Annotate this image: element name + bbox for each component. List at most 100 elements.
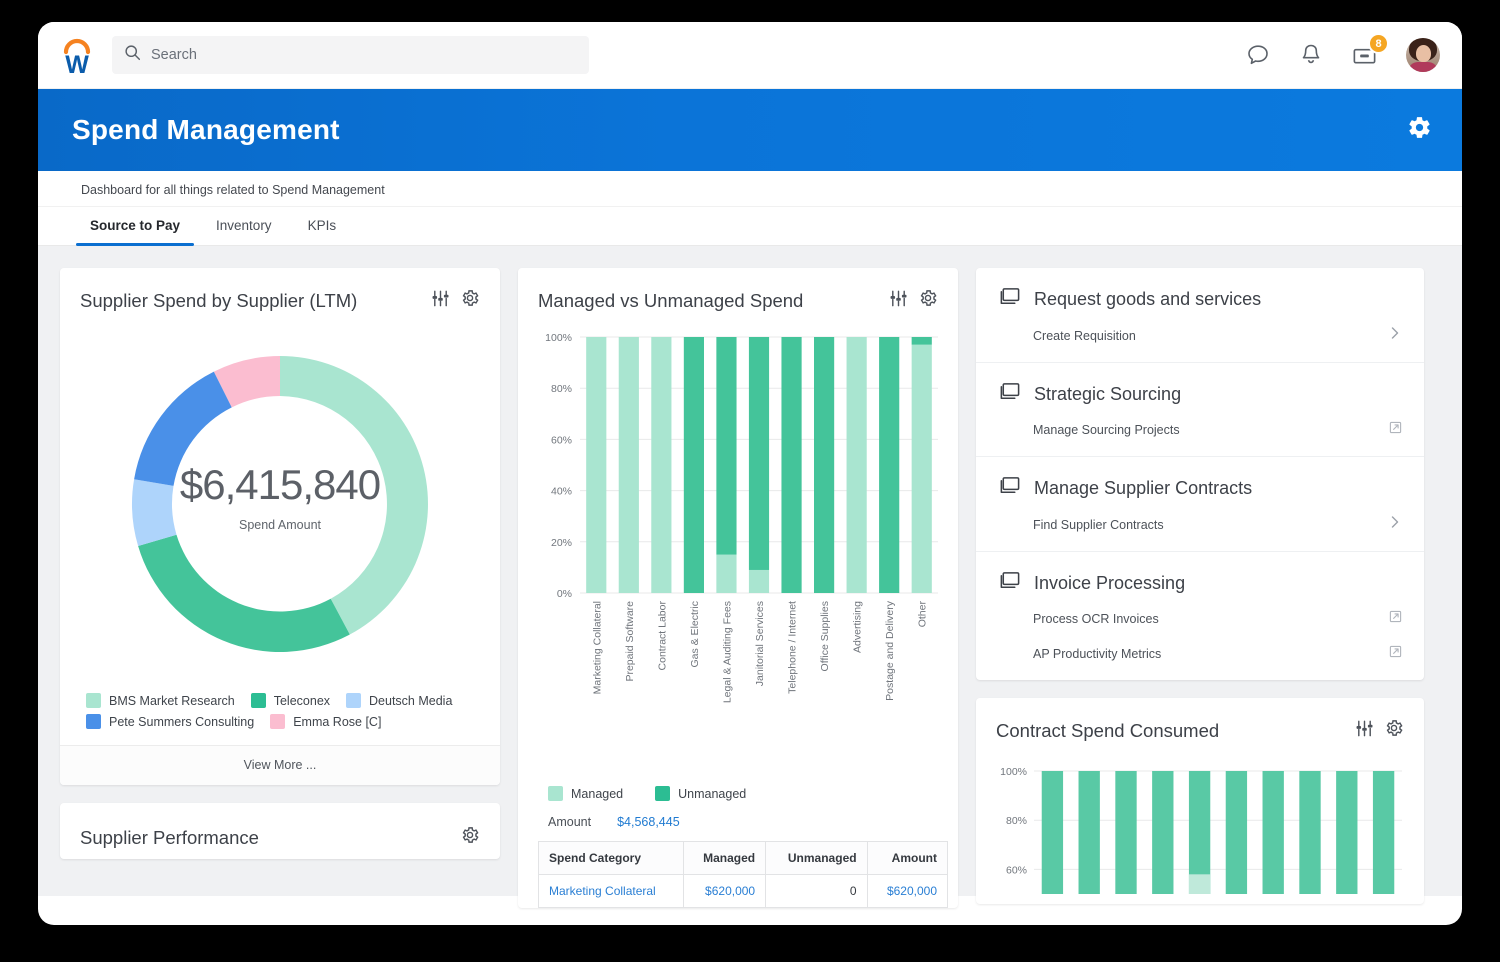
managed-vs-unmanaged-card: Managed vs Unmanaged Spend [518,268,958,908]
page-title: Spend Management [72,114,340,146]
column-header-managed: Managed [683,842,766,875]
svg-text:W: W [65,51,89,77]
legend-label: Pete Summers Consulting [109,715,254,729]
task-item-label: Create Requisition [1033,329,1136,343]
task-section-request-goods: Request goods and services Create Requis… [976,268,1424,363]
gear-icon[interactable] [460,288,480,313]
task-section-title: Request goods and services [1034,289,1261,310]
amount-label: Amount [548,815,591,829]
task-item-label: Process OCR Invoices [1033,612,1159,626]
task-section-manage-supplier-contracts: Manage Supplier Contracts Find Supplier … [976,457,1424,552]
app-window: W [38,22,1462,925]
task-item-ap-productivity-metrics[interactable]: AP Productivity Metrics [998,632,1402,667]
gear-icon[interactable] [918,288,938,313]
supplier-performance-card: Supplier Performance [60,803,500,859]
svg-text:Advertising: Advertising [852,601,864,653]
sliders-icon[interactable] [889,289,908,313]
legend-item[interactable]: Emma Rose [C] [270,714,381,729]
task-item-create-requisition[interactable]: Create Requisition [998,313,1402,349]
supplier-performance-title: Supplier Performance [80,827,259,849]
page-subtitle: Dashboard for all things related to Spen… [38,171,1462,207]
legend-item[interactable]: Deutsch Media [346,693,452,708]
tab-bar: Source to Pay Inventory KPIs [38,207,1462,246]
sliders-icon[interactable] [431,289,450,313]
legend-label: Teleconex [274,694,330,708]
svg-text:Marketing Collateral: Marketing Collateral [591,601,603,694]
svg-text:Office Supplies: Office Supplies [819,601,831,671]
table-header-row: Spend Category Managed Unmanaged Amount [539,842,948,875]
spend-category-table: Spend Category Managed Unmanaged Amount … [538,841,948,908]
task-item-process-ocr-invoices[interactable]: Process OCR Invoices [998,597,1402,632]
legend-item[interactable]: Managed [548,786,623,801]
amount-value[interactable]: $4,568,445 [617,815,680,829]
legend-swatch [86,714,101,729]
gear-icon[interactable] [1384,718,1404,743]
chat-bubble-icon[interactable] [1245,42,1271,68]
managed-card-title: Managed vs Unmanaged Spend [538,290,803,312]
svg-text:Telephone / Internet: Telephone / Internet [787,601,799,694]
tab-source-to-pay[interactable]: Source to Pay [72,207,198,245]
bell-icon[interactable] [1299,42,1323,68]
cell-amount[interactable]: $620,000 [867,875,947,908]
table-row[interactable]: Marketing Collateral $620,000 0 $620,000 [539,875,948,908]
legend-label: Emma Rose [C] [293,715,381,729]
page-settings-gear-icon[interactable] [1407,115,1432,145]
svg-text:60%: 60% [1006,864,1027,876]
legend-swatch [346,693,361,708]
column-header-amount: Amount [867,842,947,875]
tab-kpis[interactable]: KPIs [290,207,355,245]
legend-label: BMS Market Research [109,694,235,708]
task-item-label: Manage Sourcing Projects [1033,423,1180,437]
svg-text:Prepaid Software: Prepaid Software [624,601,636,682]
cell-managed[interactable]: $620,000 [683,875,766,908]
managed-bar-chart: 0%20%40%60%80%100%Marketing CollateralPr… [518,319,958,780]
gear-icon[interactable] [460,825,480,850]
task-section-title: Strategic Sourcing [1034,384,1181,405]
donut-chart: $6,415,840 Spend Amount [60,319,500,689]
windows-stack-icon [998,286,1021,313]
legend-swatch [251,693,266,708]
supplier-spend-card: Supplier Spend by Supplier (LTM) [60,268,500,785]
svg-text:60%: 60% [551,434,572,446]
avatar[interactable] [1406,38,1440,72]
contract-spend-bar-chart: 60%80%100% [976,749,1424,904]
cell-spend-category[interactable]: Marketing Collateral [539,875,684,908]
view-more-link[interactable]: View More ... [60,745,500,785]
external-link-icon [1389,645,1402,663]
contract-spend-title: Contract Spend Consumed [996,720,1219,742]
inbox-icon[interactable]: 8 [1351,43,1378,67]
search-input[interactable] [151,47,577,63]
column-header-spend-category: Spend Category [539,842,684,875]
svg-text:Legal & Auditing Fees: Legal & Auditing Fees [721,601,733,703]
legend-item[interactable]: Teleconex [251,693,330,708]
quick-tasks-card: Request goods and services Create Requis… [976,268,1424,680]
legend-item[interactable]: Unmanaged [655,786,746,801]
windows-stack-icon [998,570,1021,597]
task-item-manage-sourcing-projects[interactable]: Manage Sourcing Projects [998,408,1402,443]
svg-text:Contract Labor: Contract Labor [656,601,668,671]
svg-text:20%: 20% [551,537,572,549]
amount-row: Amount $4,568,445 [518,801,958,841]
svg-text:80%: 80% [551,383,572,395]
page-header: Spend Management [38,89,1462,171]
chevron-right-icon [1388,326,1402,345]
cell-unmanaged: 0 [766,875,867,908]
search-box[interactable] [112,36,589,74]
task-item-label: AP Productivity Metrics [1033,647,1161,661]
global-toolbar: W [38,22,1462,89]
column-header-unmanaged: Unmanaged [766,842,867,875]
legend-item[interactable]: Pete Summers Consulting [86,714,254,729]
tab-inventory[interactable]: Inventory [198,207,290,245]
legend-swatch [270,714,285,729]
task-section-title: Manage Supplier Contracts [1034,478,1252,499]
sliders-icon[interactable] [1355,719,1374,743]
toolbar-actions: 8 [1245,38,1440,72]
workday-logo-icon[interactable]: W [56,33,98,77]
legend-item[interactable]: BMS Market Research [86,693,235,708]
svg-text:40%: 40% [551,486,572,498]
task-item-label: Find Supplier Contracts [1033,518,1164,532]
svg-text:100%: 100% [545,332,572,344]
task-section-invoice-processing: Invoice Processing Process OCR Invoices [976,552,1424,680]
managed-legend: Managed Unmanaged [518,780,958,801]
task-item-find-supplier-contracts[interactable]: Find Supplier Contracts [998,502,1402,538]
